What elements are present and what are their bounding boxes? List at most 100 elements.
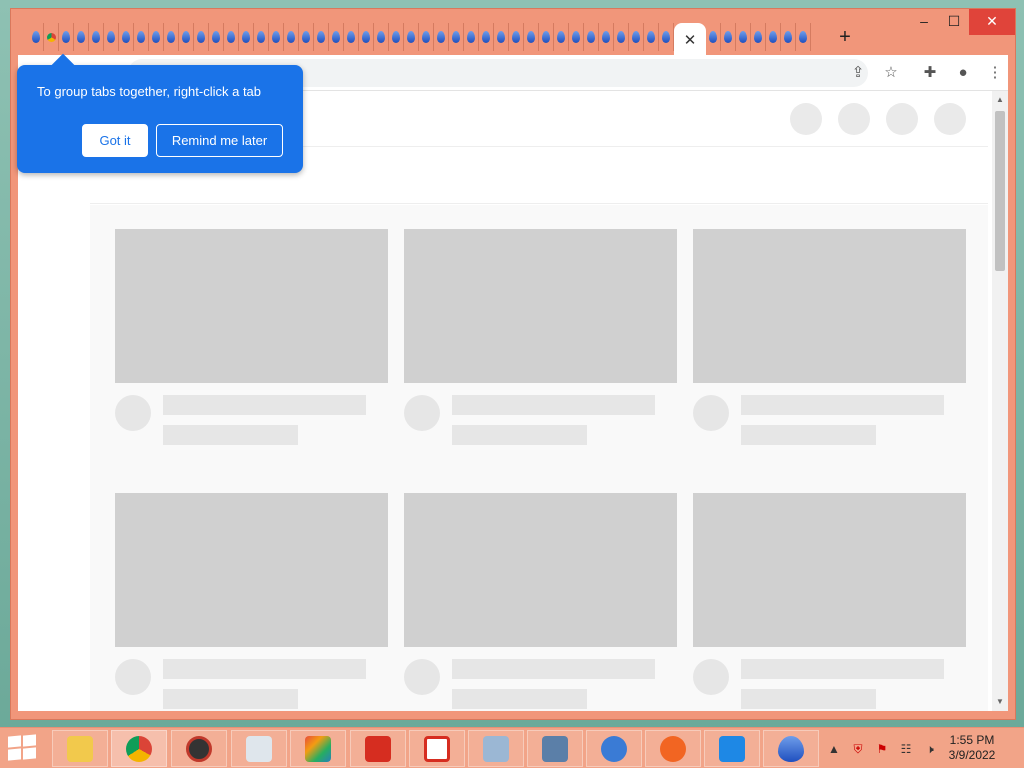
tab[interactable] [224,23,239,51]
avira-tray-icon[interactable]: ⛨ [850,741,866,757]
tab[interactable] [269,23,284,51]
avira-icon[interactable] [350,730,406,767]
minimize-button[interactable]: ‒ [909,9,939,35]
chrome-icon[interactable] [111,730,167,767]
network-icon[interactable]: ☷ [898,741,914,757]
tab[interactable] [74,23,89,51]
tab[interactable] [314,23,329,51]
tab[interactable] [706,23,721,51]
remind-me-later-button[interactable]: Remind me later [156,124,283,157]
scroll-down-arrow-icon[interactable]: ▼ [992,695,1008,709]
video-card-placeholder[interactable] [693,229,966,445]
file-explorer-icon[interactable] [52,730,108,767]
new-tab-button[interactable]: + [833,25,857,49]
tray-expand-icon[interactable]: ▲ [826,741,842,757]
tab[interactable] [464,23,479,51]
kebab-menu-icon[interactable]: ⋮ [983,61,1007,85]
tab[interactable] [419,23,434,51]
tab[interactable] [781,23,796,51]
tab[interactable] [89,23,104,51]
action-center-flag-icon[interactable]: ⚑ [874,741,890,757]
avg-icon[interactable] [290,730,346,767]
droplet-favicon-icon [724,31,732,43]
droplet-favicon-icon [482,31,490,43]
tab[interactable] [44,23,59,51]
tab[interactable] [284,23,299,51]
volume-muted-icon[interactable]: 🕨 [922,741,938,757]
video-card-placeholder[interactable] [404,229,677,445]
droplet-favicon-icon [362,31,370,43]
got-it-button[interactable]: Got it [82,124,148,157]
tab[interactable] [554,23,569,51]
video-card-placeholder[interactable] [693,493,966,709]
star-icon[interactable]: ☆ [879,61,903,85]
blocked-app-icon[interactable] [171,730,227,767]
tab[interactable] [179,23,194,51]
tab[interactable] [299,23,314,51]
tab[interactable] [494,23,509,51]
tab[interactable] [59,23,74,51]
video-card-placeholder[interactable] [115,493,388,709]
tab[interactable] [449,23,464,51]
malwarebytes-icon[interactable] [704,730,760,767]
tab[interactable] [329,23,344,51]
tab[interactable] [149,23,164,51]
tab[interactable] [344,23,359,51]
tab[interactable] [134,23,149,51]
tab[interactable] [104,23,119,51]
tab[interactable] [479,23,494,51]
clock[interactable]: 1:55 PM 3/9/2022 [942,733,1002,763]
tab[interactable] [239,23,254,51]
tab[interactable] [434,23,449,51]
puzzle-icon[interactable]: ✚ [918,61,942,85]
video-card-placeholder[interactable] [404,493,677,709]
tab[interactable] [359,23,374,51]
close-button[interactable]: ✕ [969,9,1015,35]
tab[interactable] [119,23,134,51]
tab[interactable] [209,23,224,51]
tab[interactable] [509,23,524,51]
tab[interactable] [766,23,781,51]
search-app-icon[interactable] [527,730,583,767]
download-app-icon[interactable] [586,730,642,767]
tab[interactable] [569,23,584,51]
tab[interactable] [164,23,179,51]
profile-icon[interactable]: ● [951,61,975,85]
share-icon[interactable]: ⇪ [846,61,870,85]
tab[interactable] [644,23,659,51]
scrollbar-thumb[interactable] [995,111,1005,271]
tab[interactable] [659,23,674,51]
maximize-button[interactable]: ☐ [939,9,969,35]
title-placeholder [741,395,944,415]
video-card-placeholder[interactable] [115,229,388,445]
tab[interactable] [736,23,751,51]
tab[interactable] [29,23,44,51]
tab[interactable] [374,23,389,51]
tab[interactable] [539,23,554,51]
avast-icon[interactable] [645,730,701,767]
droplet-favicon-icon [647,31,655,43]
active-tab-close-icon[interactable]: ✕ [674,23,706,57]
tools-app-icon[interactable] [468,730,524,767]
droplet-favicon-icon [92,31,100,43]
tab[interactable] [524,23,539,51]
tab[interactable] [796,23,811,51]
monitor-app-icon[interactable] [231,730,287,767]
tab[interactable] [389,23,404,51]
tab[interactable] [599,23,614,51]
tab[interactable] [254,23,269,51]
shield-app-icon[interactable] [409,730,465,767]
tab[interactable] [614,23,629,51]
tab[interactable] [584,23,599,51]
droplet-favicon-icon [572,31,580,43]
tab[interactable] [194,23,209,51]
tab[interactable] [629,23,644,51]
promo-text: To group tabs together, right-click a ta… [37,84,262,99]
vertical-scrollbar[interactable]: ▲ ▼ [992,91,1008,711]
tab[interactable] [721,23,736,51]
tab[interactable] [751,23,766,51]
tab[interactable] [404,23,419,51]
scroll-up-arrow-icon[interactable]: ▲ [992,93,1008,107]
droplet-app-icon[interactable] [763,730,819,767]
windows-start-icon[interactable] [8,734,38,762]
